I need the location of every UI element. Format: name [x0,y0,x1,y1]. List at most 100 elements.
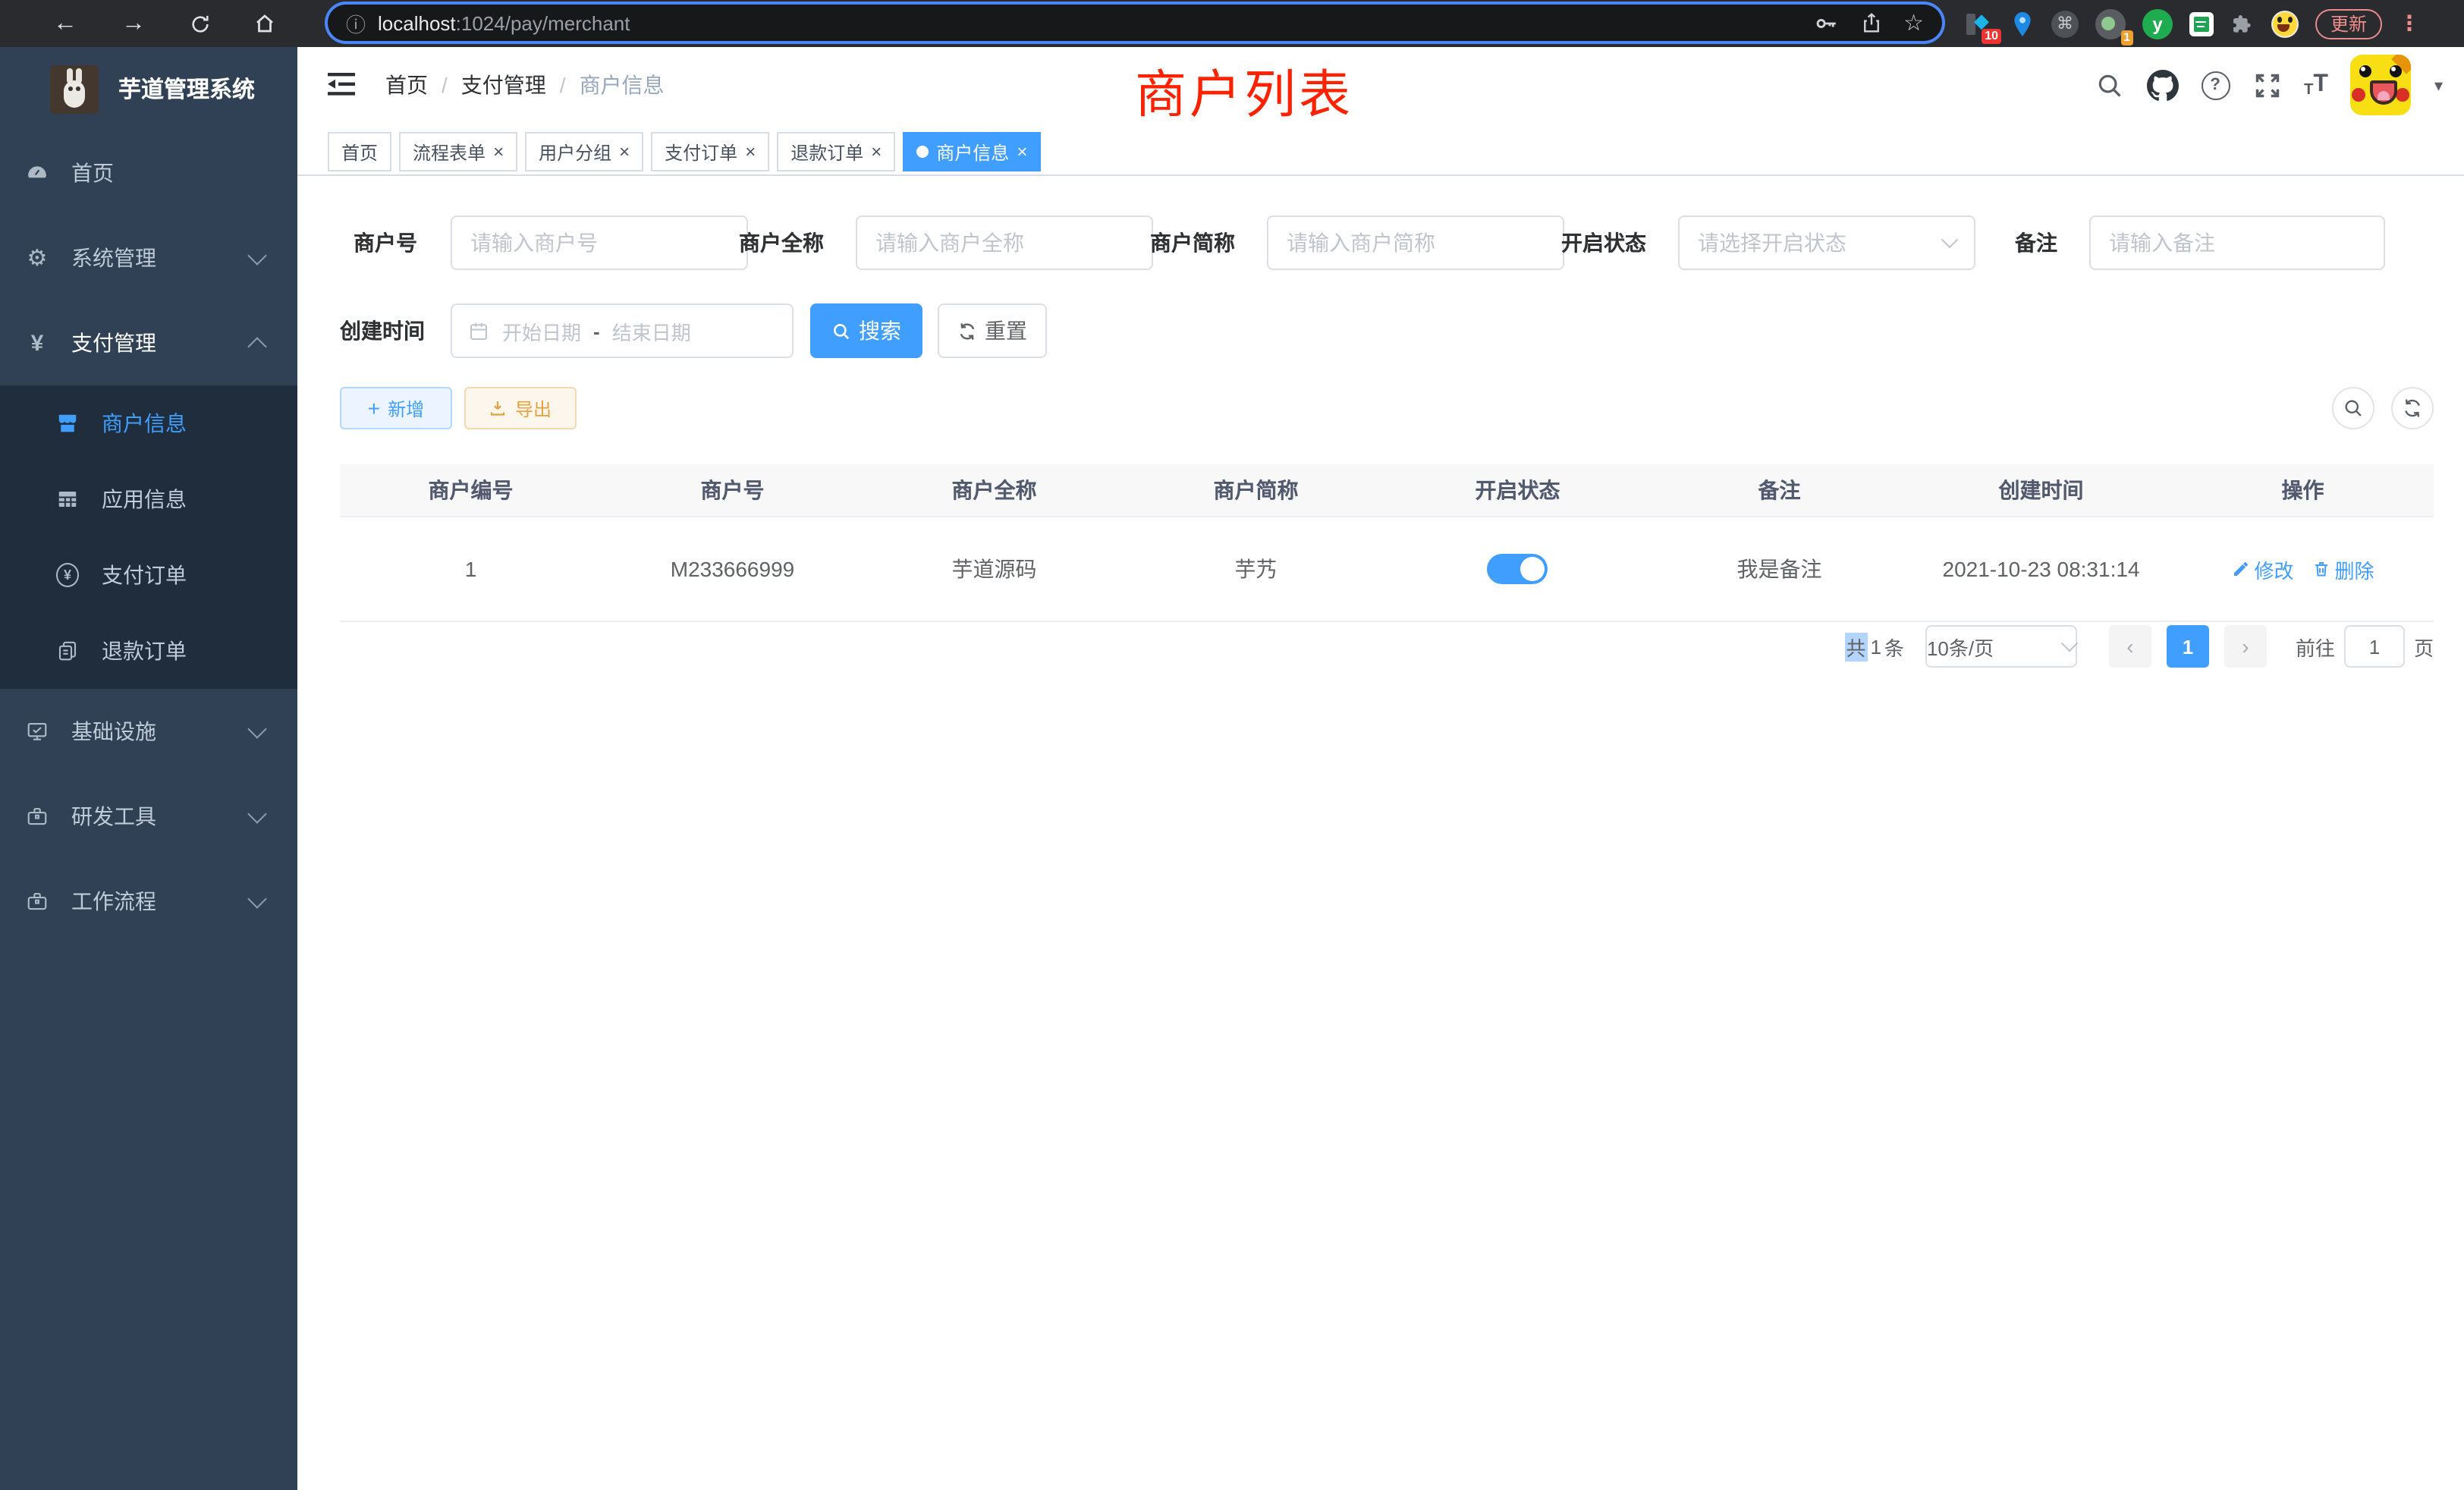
tab-merchant-info[interactable]: 商户信息 × [903,132,1041,171]
full-name-input[interactable] [856,215,1153,270]
extension-tampermonkey-icon[interactable]: ◆ 10 [1966,10,1994,37]
extensions-puzzle-icon[interactable] [2230,11,2255,36]
breadcrumb-home[interactable]: 首页 [385,70,428,100]
extension-badge: 1 [2120,30,2133,45]
tab-refund-order[interactable]: 退款订单 × [777,132,895,171]
store-icon [56,412,79,435]
col-merchant-no: 商户号 [602,475,863,505]
delete-link[interactable]: 删除 [2312,555,2374,583]
sidebar: 芋道管理系统 首页 ⚙ 系统管理 ¥ 支付管理 [0,47,297,1490]
page-number-button[interactable]: 1 [2167,625,2209,668]
chrome-update-button[interactable]: 更新 [2315,8,2382,39]
sidebar-item-workflow[interactable]: 工作流程 [0,859,297,944]
url-path: :1024/pay/merchant [456,11,630,34]
calendar-icon [467,319,490,342]
extension-pin-icon[interactable] [2010,10,2035,37]
browser-forward-button[interactable]: → [115,0,152,47]
tab-home[interactable]: 首页 [328,132,391,171]
remark-label: 备注 [2015,215,2057,270]
prev-page-button[interactable]: ‹ [2109,625,2151,668]
header-search-icon[interactable] [2095,71,2123,99]
annotation-title: 商户列表 [1135,53,1353,127]
edit-link[interactable]: 修改 [2231,555,2293,583]
extension-y-icon[interactable]: y [2142,8,2173,39]
refresh-table-button[interactable] [2391,387,2434,429]
extension-notes-icon[interactable] [2189,11,2214,36]
yen-icon: ¥ [26,332,49,354]
share-icon[interactable] [1859,11,1882,35]
help-icon[interactable]: ? [2201,71,2230,99]
profile-emoji-icon[interactable] [2271,10,2299,37]
avatar-caret-icon[interactable]: ▾ [2434,75,2443,95]
sidebar-item-infrastructure[interactable]: 基础设施 [0,689,297,774]
sidebar-item-app-info[interactable]: 应用信息 [0,461,297,537]
sidebar-item-system[interactable]: ⚙ 系统管理 [0,215,297,300]
add-button[interactable]: + 新增 [340,387,452,429]
sidebar-item-dev-tools[interactable]: 研发工具 [0,774,297,859]
show-search-toggle-button[interactable] [2332,387,2374,429]
sidebar-item-merchant-info[interactable]: 商户信息 [0,385,297,461]
close-icon[interactable]: × [745,143,756,161]
github-icon[interactable] [2146,69,2178,101]
browser-home-button[interactable] [246,0,282,47]
sidebar-submenu-payment: 商户信息 应用信息 ¥ 支付订单 [0,385,297,689]
sidebar-item-label: 退款订单 [102,636,187,666]
refresh-icon [957,321,977,341]
date-start-placeholder: 开始日期 [502,316,581,345]
tab-pay-order[interactable]: 支付订单 × [651,132,769,171]
cell-merchant-id: 1 [340,557,602,581]
search-icon [831,321,851,341]
merchant-no-label: 商户号 [354,215,417,270]
export-button[interactable]: 导出 [464,387,577,429]
reset-button[interactable]: 重置 [938,303,1047,358]
fullscreen-icon[interactable] [2252,71,2281,99]
cell-remark: 我是备注 [1648,554,1910,584]
breadcrumb-payment[interactable]: 支付管理 [461,70,546,100]
reload-icon [190,13,211,34]
browser-reload-button[interactable] [182,0,218,47]
status-toggle[interactable] [1488,554,1548,584]
close-icon[interactable]: × [493,143,504,161]
goto-page-input[interactable] [2344,625,2405,668]
extension-recorder-icon[interactable]: 1 [2095,8,2126,39]
bookmark-star-icon[interactable]: ☆ [1903,9,1924,36]
user-avatar[interactable] [2351,55,2412,115]
chevron-down-icon [1941,231,1959,249]
sidebar-item-label: 支付管理 [71,328,156,358]
remark-input[interactable] [2089,215,2385,270]
documents-icon [56,640,79,662]
status-select[interactable]: 请选择开启状态 [1678,215,1975,270]
sidebar-item-label: 首页 [71,158,114,188]
status-label: 开启状态 [1561,215,1646,270]
next-page-button[interactable]: › [2224,625,2267,668]
password-key-icon[interactable] [1812,10,1838,36]
chevron-down-icon [2061,635,2079,652]
address-bar[interactable]: ⓘ localhost:1024/pay/merchant ☆ [328,5,1942,41]
create-time-range-picker[interactable]: 开始日期 - 结束日期 [451,303,794,358]
close-icon[interactable]: × [871,143,882,161]
close-icon[interactable]: × [1017,143,1027,161]
extension-command-icon[interactable]: ⌘ [2051,10,2079,37]
sidebar-item-label: 商户信息 [102,408,187,439]
browser-menu-icon[interactable]: ⋮ [2399,11,2420,36]
page-size-select[interactable]: 10条/页 [1925,625,2077,668]
sidebar-collapse-icon[interactable] [328,73,355,96]
font-size-icon[interactable]: TT [2304,71,2328,99]
sidebar-item-payment[interactable]: ¥ 支付管理 [0,300,297,385]
sidebar-item-refund-order[interactable]: 退款订单 [0,613,297,689]
tabs-bar: 首页 流程表单 × 用户分组 × 支付订单 × 退款订单 × 商户信息 × [297,123,2464,176]
browser-back-button[interactable]: ← [47,0,83,47]
search-icon [2343,398,2364,419]
chevron-down-icon [247,804,266,823]
sidebar-item-home[interactable]: 首页 [0,130,297,215]
merchant-no-input[interactable] [451,215,748,270]
col-full-name: 商户全称 [863,475,1125,505]
short-name-input[interactable] [1267,215,1564,270]
tab-user-group[interactable]: 用户分组 × [525,132,643,171]
search-button[interactable]: 搜索 [810,303,922,358]
tab-process-form[interactable]: 流程表单 × [399,132,517,171]
close-icon[interactable]: × [619,143,630,161]
site-info-icon[interactable]: ⓘ [346,8,366,37]
top-navbar: 首页 / 支付管理 / 商户信息 商户列表 ? TT [297,47,2464,123]
sidebar-item-pay-order[interactable]: ¥ 支付订单 [0,537,297,613]
